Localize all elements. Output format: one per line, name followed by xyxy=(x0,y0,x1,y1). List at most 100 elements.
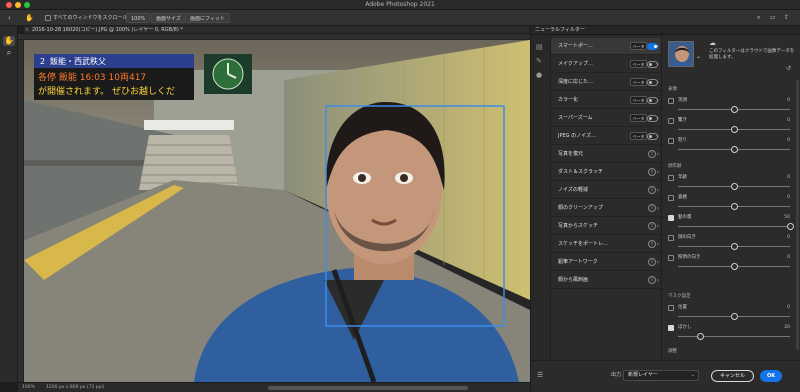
reset-icon[interactable]: ↺ xyxy=(786,65,791,72)
info-icon[interactable]: i xyxy=(648,258,656,266)
fit-screen-button[interactable]: 画面サイズ xyxy=(151,13,186,23)
slider-label: ぼかし xyxy=(678,325,692,330)
station-name: 飯能・西武秩父 xyxy=(50,56,106,66)
settings-scrollbar[interactable] xyxy=(796,80,799,350)
slider-knob[interactable] xyxy=(786,223,794,230)
slider-knob[interactable] xyxy=(730,126,738,133)
beta-badge: ベータ xyxy=(630,60,647,68)
output-select[interactable]: 新規レイヤー ⌄ xyxy=(623,370,699,381)
filter-row[interactable]: 鉛筆アートワーク i › xyxy=(551,254,661,271)
panel-tab[interactable]: ニューラルフィルター xyxy=(531,26,800,35)
checkbox-icon xyxy=(45,14,51,21)
info-icon[interactable]: i xyxy=(648,240,656,248)
chevron-right-icon: › xyxy=(656,169,659,176)
filter-name: 写真からスケッチ xyxy=(558,223,599,229)
slider-knob[interactable] xyxy=(730,183,738,190)
led-line-2: が開催されます。 ぜひお越しくだ xyxy=(38,85,175,97)
status-doc-size[interactable]: 1200 px x 800 px (72 ppi) xyxy=(46,384,105,392)
document-canvas[interactable]: 2 飯能・西武秩父 各停 飯能 16:03 10両417 が開催されます。 ぜひ… xyxy=(24,40,530,382)
back-chevron-icon[interactable]: ‹ xyxy=(8,13,11,23)
slider-label: 怒り xyxy=(678,138,687,143)
chevron-right-icon: › xyxy=(656,259,659,266)
filter-settings: ⌄ ☁ このフィルターはクラウドで画像データを処理します。 ↺ 表情 顔年齢 マ… xyxy=(661,35,800,360)
slider-knob[interactable] xyxy=(730,313,738,320)
chevron-right-icon: › xyxy=(656,43,659,50)
slider-track[interactable] xyxy=(678,336,790,337)
face-thumbnail[interactable] xyxy=(668,41,694,67)
slider-checkbox[interactable] xyxy=(668,138,674,144)
brush-icon[interactable]: ✎ xyxy=(536,57,542,65)
hand-tool-icon[interactable]: ✋ xyxy=(25,13,34,23)
filter-row[interactable]: 深度に応じた… ベータ › xyxy=(551,74,661,91)
slider-knob[interactable] xyxy=(696,333,704,340)
filter-row[interactable]: 顔のクリーンアップ i › xyxy=(551,200,661,217)
filter-name: スマートポー… xyxy=(558,43,593,49)
filter-name: ノイズの軽減 xyxy=(558,187,588,193)
slider-checkbox[interactable] xyxy=(668,195,674,201)
slider-knob[interactable] xyxy=(730,203,738,210)
filter-row[interactable]: スケッチをポートレ… i › xyxy=(551,236,661,253)
filter-row[interactable]: JPEG のノイズ… ベータ › xyxy=(551,128,661,145)
filter-row[interactable]: メイクアップ… ベータ › xyxy=(551,56,661,73)
filter-row[interactable]: 写真からスケッチ i › xyxy=(551,218,661,235)
close-document-icon[interactable]: × xyxy=(25,26,29,34)
slider-checkbox[interactable] xyxy=(668,215,674,221)
status-zoom[interactable]: 100% xyxy=(22,384,35,392)
slider-checkbox[interactable] xyxy=(668,325,674,331)
filters-icon[interactable]: ▤ xyxy=(536,43,543,51)
mask-icon[interactable]: ● xyxy=(536,71,542,79)
filter-row[interactable]: スーパーズーム ベータ › xyxy=(551,110,661,127)
search-icon[interactable]: ⌕ xyxy=(757,13,760,23)
filter-row[interactable]: 写真を復元 i › xyxy=(551,146,661,163)
slider-knob[interactable] xyxy=(730,243,738,250)
thumbnail-dropdown-icon[interactable]: ⌄ xyxy=(696,53,701,60)
zoom-100-button[interactable]: 100% xyxy=(126,13,151,23)
chevron-down-icon: ⌄ xyxy=(690,372,695,378)
info-icon[interactable]: i xyxy=(648,150,656,158)
ok-button[interactable]: OK xyxy=(760,370,782,382)
info-icon[interactable]: i xyxy=(648,186,656,194)
slider-label: 驚き xyxy=(678,118,687,123)
slider-knob[interactable] xyxy=(730,263,738,270)
filter-row[interactable]: 顔から風刺画 i › xyxy=(551,272,661,289)
slider-checkbox[interactable] xyxy=(668,98,674,104)
layers-icon[interactable]: ☰ xyxy=(537,371,543,379)
zoom-tool-icon[interactable]: ⌕ xyxy=(3,48,15,58)
chevron-right-icon: › xyxy=(656,223,659,230)
slider-label: 喜嬉 xyxy=(678,195,687,200)
filter-row[interactable]: ノイズの軽減 i › xyxy=(551,182,661,199)
info-icon[interactable]: i xyxy=(648,276,656,284)
slider-label: 笑顔 xyxy=(678,98,687,103)
slider-row: 照明の向き 0 xyxy=(668,253,792,273)
slider-track[interactable] xyxy=(678,226,790,227)
slider-knob[interactable] xyxy=(730,146,738,153)
fill-screen-button[interactable]: 画面にフィット xyxy=(185,13,230,23)
info-icon[interactable]: i xyxy=(648,168,656,176)
filter-row[interactable]: ダスト＆スクラッチ i › xyxy=(551,164,661,181)
horizontal-scrollbar[interactable] xyxy=(268,386,468,390)
slider-row: 怒り 0 xyxy=(668,136,792,156)
filter-name: 顔から風刺画 xyxy=(558,277,589,283)
share-icon[interactable]: ⇪ xyxy=(784,13,789,23)
chevron-right-icon: › xyxy=(656,79,659,86)
slider-knob[interactable] xyxy=(730,106,738,113)
app-title: Adobe Photoshop 2021 xyxy=(365,1,435,8)
chevron-right-icon: › xyxy=(656,115,659,122)
slider-checkbox[interactable] xyxy=(668,235,674,241)
cancel-button[interactable]: キャンセル xyxy=(711,370,754,382)
info-icon[interactable]: i xyxy=(648,204,656,212)
slider-checkbox[interactable] xyxy=(668,255,674,261)
info-icon[interactable]: i xyxy=(648,222,656,230)
scroll-all-windows-checkbox[interactable]: すべてのウィンドウをスクロール xyxy=(45,13,127,23)
slider-checkbox[interactable] xyxy=(668,305,674,311)
document-tab[interactable]: × 2016-10-28 16020(コピー).JPG @ 100% (レイヤー… xyxy=(24,26,530,34)
workspace-icon[interactable]: ▭ xyxy=(770,13,776,23)
chevron-right-icon: › xyxy=(656,61,659,68)
section-adjust: 調整 xyxy=(668,349,677,354)
hand-tool-icon[interactable]: ✋ xyxy=(3,36,15,46)
filter-row[interactable]: スマートポー… ベータ › xyxy=(551,38,661,55)
filter-row[interactable]: カラー化 ベータ › xyxy=(551,92,661,109)
slider-checkbox[interactable] xyxy=(668,118,674,124)
slider-checkbox[interactable] xyxy=(668,175,674,181)
filter-name: ダスト＆スクラッチ xyxy=(558,169,604,175)
